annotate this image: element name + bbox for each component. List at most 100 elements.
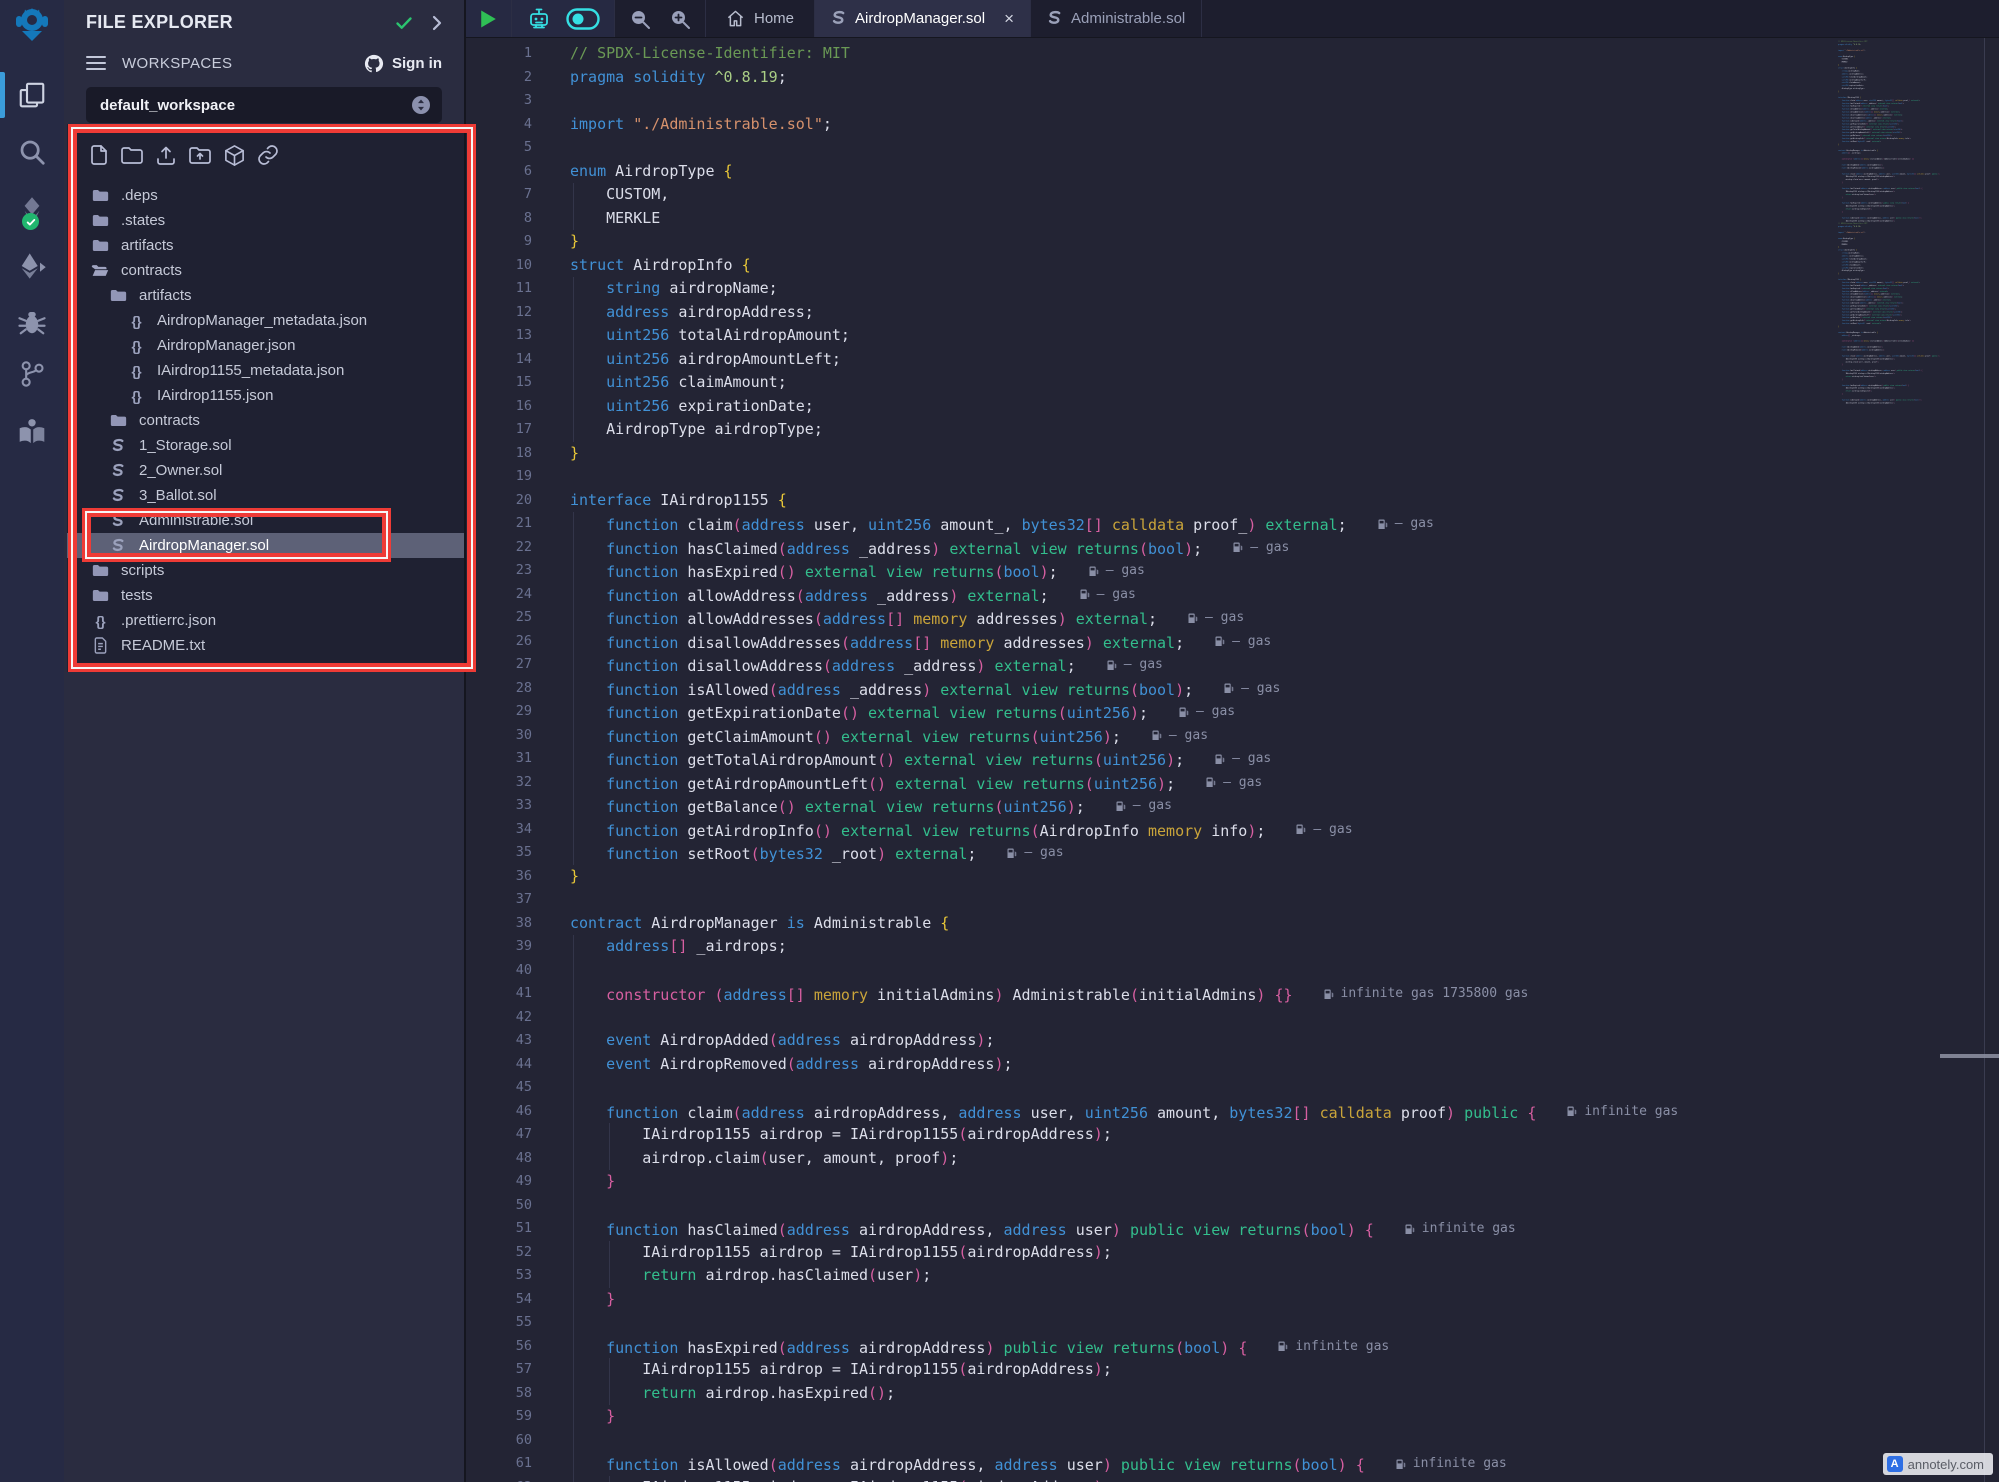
workspaces-menu-icon[interactable]	[86, 56, 106, 70]
code-line[interactable]: 26 function disallowAddresses(address[] …	[466, 630, 1999, 654]
tree-row[interactable]: { }IAirdrop1155_metadata.json	[67, 358, 464, 383]
code-line[interactable]: 61 function isAllowed(address airdropAdd…	[466, 1452, 1999, 1476]
debugger-icon[interactable]	[0, 300, 64, 344]
tree-row[interactable]: artifacts	[67, 233, 464, 258]
code-line[interactable]: 4import "./Administrable.sol";	[466, 113, 1999, 137]
code-line[interactable]: 10struct AirdropInfo {	[466, 254, 1999, 278]
tree-row-partial[interactable]	[67, 658, 464, 672]
code-line[interactable]: 2pragma solidity ^0.8.19;	[466, 66, 1999, 90]
editor-scrollbar[interactable]	[1984, 38, 1999, 1482]
tree-row[interactable]: 3_Ballot.sol	[67, 483, 464, 508]
code-line[interactable]: 3	[466, 89, 1999, 113]
code-line[interactable]: 55	[466, 1311, 1999, 1335]
code-line[interactable]: 13 uint256 totalAirdropAmount;	[466, 324, 1999, 348]
code-line[interactable]: 51 function hasClaimed(address airdropAd…	[466, 1217, 1999, 1241]
code-line[interactable]: 52 IAirdrop1155 airdrop = IAirdrop1155(a…	[466, 1241, 1999, 1265]
tab-airdropmanager[interactable]: AirdropManager.sol ×	[815, 0, 1031, 37]
tree-row[interactable]: 1_Storage.sol	[67, 433, 464, 458]
code-line[interactable]: 21 function claim(address user, uint256 …	[466, 512, 1999, 536]
code-line[interactable]: 59 }	[466, 1405, 1999, 1429]
code-line[interactable]: 46 function claim(address airdropAddress…	[466, 1100, 1999, 1124]
code-line[interactable]: 54 }	[466, 1288, 1999, 1312]
code-line[interactable]: 28 function isAllowed(address _address) …	[466, 677, 1999, 701]
code-line[interactable]: 49 }	[466, 1170, 1999, 1194]
code-line[interactable]: 53 return airdrop.hasClaimed(user);	[466, 1264, 1999, 1288]
workspace-select[interactable]: default_workspace	[86, 87, 442, 123]
code-line[interactable]: 16 uint256 expirationDate;	[466, 395, 1999, 419]
code-line[interactable]: 6enum AirdropType {	[466, 160, 1999, 184]
code-line[interactable]: 31 function getTotalAirdropAmount() exte…	[466, 747, 1999, 771]
code-line[interactable]: 32 function getAirdropAmountLeft() exter…	[466, 771, 1999, 795]
code-line[interactable]: 14 uint256 airdropAmountLeft;	[466, 348, 1999, 372]
code-line[interactable]: 40	[466, 959, 1999, 983]
code-line[interactable]: 30 function getClaimAmount() external vi…	[466, 724, 1999, 748]
code-line[interactable]: 15 uint256 claimAmount;	[466, 371, 1999, 395]
code-line[interactable]: 25 function allowAddresses(address[] mem…	[466, 606, 1999, 630]
code-line[interactable]: 48 airdrop.claim(user, amount, proof);	[466, 1147, 1999, 1171]
scrollbar-thumb[interactable]	[1940, 1054, 1999, 1058]
code-line[interactable]: 9}	[466, 230, 1999, 254]
deploy-run-icon[interactable]	[0, 244, 64, 288]
code-line[interactable]: 58 return airdrop.hasExpired();	[466, 1382, 1999, 1406]
sign-in-button[interactable]: Sign in	[363, 53, 442, 73]
upload-file-icon[interactable]	[155, 144, 177, 166]
close-tab-icon[interactable]: ×	[1004, 10, 1014, 27]
code-line[interactable]: 29 function getExpirationDate() external…	[466, 700, 1999, 724]
tree-row[interactable]: scripts	[67, 558, 464, 583]
code-line[interactable]: 35 function setRoot(bytes32 _root) exter…	[466, 841, 1999, 865]
code-line[interactable]: 42	[466, 1006, 1999, 1030]
remix-logo-icon[interactable]	[0, 4, 64, 48]
cube-icon[interactable]	[223, 144, 246, 167]
tab-home[interactable]: Home	[706, 0, 815, 37]
zoom-out-icon[interactable]	[629, 8, 651, 30]
code-line[interactable]: 37	[466, 888, 1999, 912]
minimap[interactable]: // SPDX-License-Identifier: MITpragma so…	[1838, 40, 1950, 422]
tree-row[interactable]: artifacts	[67, 283, 464, 308]
tree-row[interactable]: .states	[67, 208, 464, 233]
tree-row[interactable]: Administrable.sol	[67, 508, 464, 533]
tree-row[interactable]: tests	[67, 583, 464, 608]
tree-row[interactable]: 2_Owner.sol	[67, 458, 464, 483]
tab-administrable[interactable]: Administrable.sol	[1031, 0, 1202, 37]
tree-row[interactable]: README.txt	[67, 633, 464, 658]
run-script-button[interactable]	[466, 0, 512, 37]
tree-row[interactable]: .deps	[67, 183, 464, 208]
code-line[interactable]: 43 event AirdropAdded(address airdropAdd…	[466, 1029, 1999, 1053]
code-line[interactable]: 18}	[466, 442, 1999, 466]
learn-icon[interactable]	[0, 410, 64, 454]
zoom-in-icon[interactable]	[669, 8, 691, 30]
code-line[interactable]: 8 MERKLE	[466, 207, 1999, 231]
tree-row[interactable]: contracts	[67, 408, 464, 433]
solidity-compiler-icon[interactable]	[0, 190, 64, 234]
git-icon[interactable]	[0, 352, 64, 396]
tree-row[interactable]: { }IAirdrop1155.json	[67, 383, 464, 408]
code-line[interactable]: 22 function hasClaimed(address _address)…	[466, 536, 1999, 560]
tree-row[interactable]: { }AirdropManager.json	[67, 333, 464, 358]
code-line[interactable]: 62 IAirdrop1155 airdrop = IAirdrop1155(a…	[466, 1476, 1999, 1482]
code-line[interactable]: 33 function getBalance() external view r…	[466, 794, 1999, 818]
remix-ai-robot-icon[interactable]	[526, 6, 552, 32]
code-line[interactable]: 27 function disallowAddress(address _add…	[466, 653, 1999, 677]
code-line[interactable]: 38contract AirdropManager is Administrab…	[466, 912, 1999, 936]
code-line[interactable]: 12 address airdropAddress;	[466, 301, 1999, 325]
upload-folder-icon[interactable]	[188, 144, 212, 166]
code-line[interactable]: 44 event AirdropRemoved(address airdropA…	[466, 1053, 1999, 1077]
code-line[interactable]: 34 function getAirdropInfo() external vi…	[466, 818, 1999, 842]
code-line[interactable]: 5	[466, 136, 1999, 160]
tree-row[interactable]: { }AirdropManager_metadata.json	[67, 308, 464, 333]
code-line[interactable]: 23 function hasExpired() external view r…	[466, 559, 1999, 583]
code-line[interactable]: 45	[466, 1076, 1999, 1100]
file-explorer-icon[interactable]	[0, 73, 64, 117]
code-line[interactable]: 50	[466, 1194, 1999, 1218]
search-icon[interactable]	[0, 130, 64, 174]
ai-copilot-toggle[interactable]	[566, 8, 600, 30]
code-line[interactable]: 20interface IAirdrop1155 {	[466, 489, 1999, 513]
code-line[interactable]: 11 string airdropName;	[466, 277, 1999, 301]
code-line[interactable]: 60	[466, 1429, 1999, 1453]
code-line[interactable]: 17 AirdropType airdropType;	[466, 418, 1999, 442]
code-editor[interactable]: 1// SPDX-License-Identifier: MIT2pragma …	[466, 38, 1999, 1482]
tree-row[interactable]: contracts	[67, 258, 464, 283]
new-folder-icon[interactable]	[120, 144, 144, 166]
code-line[interactable]: 39 address[] _airdrops;	[466, 935, 1999, 959]
tree-row[interactable]: { }.prettierrc.json	[67, 608, 464, 633]
